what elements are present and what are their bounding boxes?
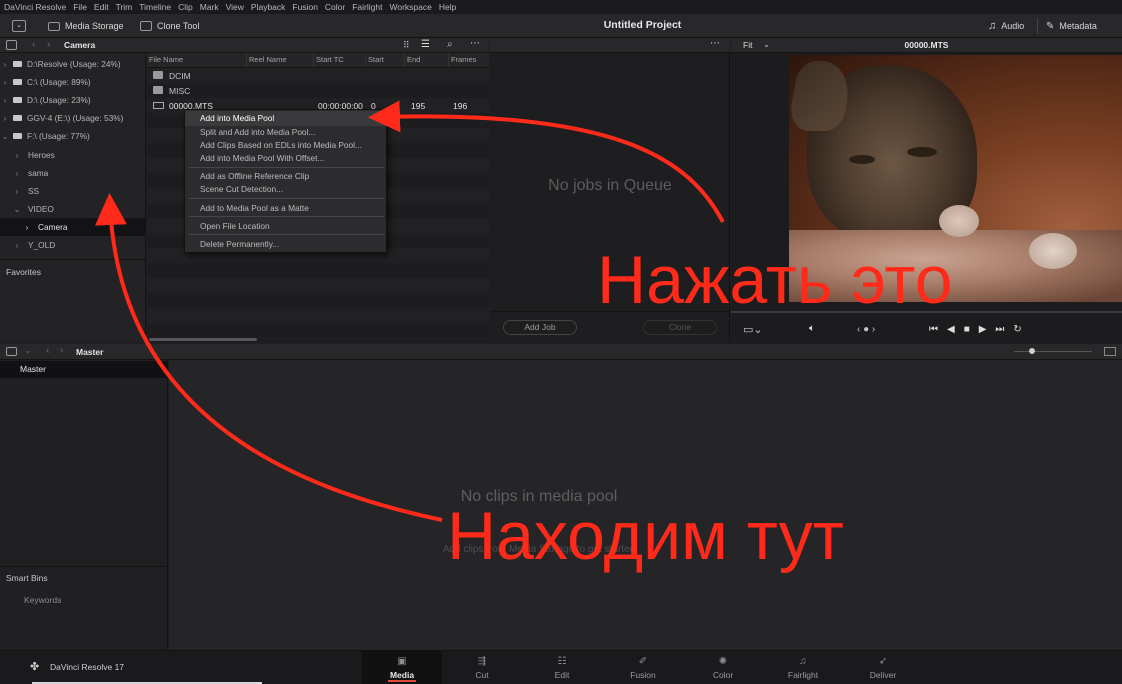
- arrow-to-camera-folder: [94, 193, 443, 522]
- annotation-press-this: Нажать это: [597, 242, 953, 318]
- annotation-find-here: Находим тут: [447, 498, 844, 574]
- arrow-to-context-menu: [368, 100, 725, 223]
- annotation-arrows: [94, 100, 725, 522]
